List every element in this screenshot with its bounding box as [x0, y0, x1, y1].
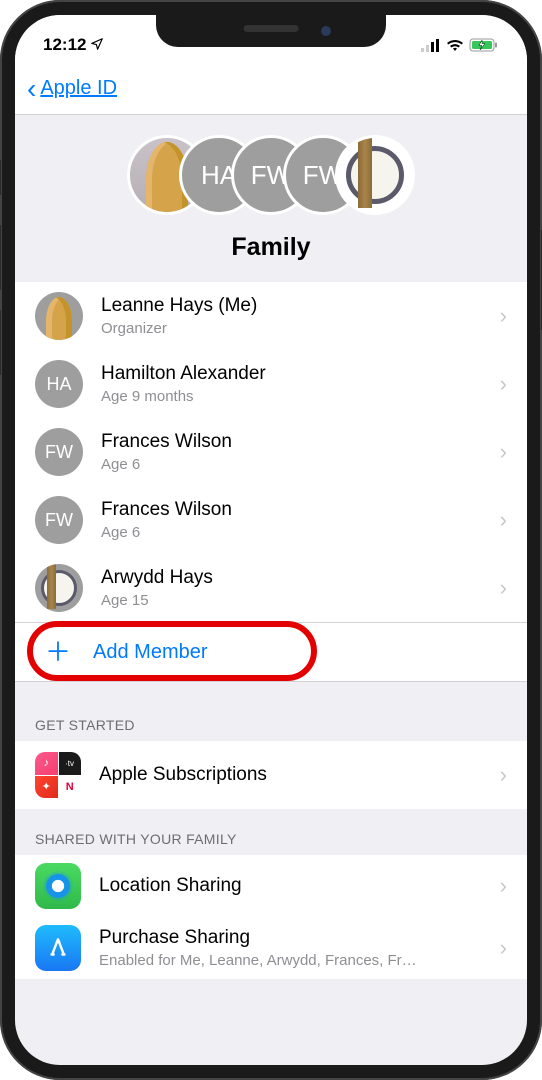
members-list: Leanne Hays (Me) Organizer › HA Hamilton…: [15, 282, 527, 681]
member-avatar: [35, 292, 83, 340]
screen: 12:12 ‹ Apple ID: [15, 15, 527, 1065]
member-name: Frances Wilson: [101, 430, 492, 455]
add-member-label: Add Member: [93, 641, 208, 664]
member-row[interactable]: FW Frances Wilson Age 6 ›: [15, 418, 527, 486]
apple-subscriptions-icon: ♪ ∙tv ✦ N: [35, 752, 81, 798]
chevron-right-icon: ›: [500, 303, 507, 329]
member-role: Organizer: [101, 319, 492, 339]
section-header-shared: SHARED WITH YOUR FAMILY: [15, 809, 527, 855]
member-avatar: FW: [35, 496, 83, 544]
plus-icon: ＋: [45, 639, 71, 665]
row-title: Location Sharing: [99, 874, 492, 899]
member-name: Hamilton Alexander: [101, 362, 492, 387]
notch: [156, 15, 386, 47]
chevron-right-icon: ›: [500, 873, 507, 899]
apple-subscriptions-row[interactable]: ♪ ∙tv ✦ N Apple Subscriptions ›: [15, 741, 527, 809]
battery-charging-icon: [469, 38, 499, 52]
member-name: Leanne Hays (Me): [101, 294, 492, 319]
member-name: Arwydd Hays: [101, 566, 492, 591]
chevron-right-icon: ›: [500, 507, 507, 533]
family-avatars-row: HA FW FW: [15, 135, 527, 215]
navigation-bar: ‹ Apple ID: [15, 63, 527, 115]
wifi-icon: [446, 39, 464, 52]
back-button[interactable]: ‹ Apple ID: [27, 73, 117, 105]
chevron-left-icon: ‹: [27, 73, 36, 105]
chevron-right-icon: ›: [500, 762, 507, 788]
page-title: Family: [15, 233, 527, 262]
member-age: Age 6: [101, 523, 492, 543]
chevron-right-icon: ›: [500, 575, 507, 601]
member-avatar: HA: [35, 360, 83, 408]
member-row[interactable]: HA Hamilton Alexander Age 9 months ›: [15, 350, 527, 418]
member-row[interactable]: Leanne Hays (Me) Organizer ›: [15, 282, 527, 350]
chevron-right-icon: ›: [500, 371, 507, 397]
status-time: 12:12: [43, 35, 86, 55]
cellular-signal-icon: [421, 39, 441, 52]
avatar: [335, 135, 415, 215]
back-label: Apple ID: [40, 77, 117, 100]
member-age: Age 6: [101, 455, 492, 475]
add-member-button[interactable]: ＋ Add Member: [15, 622, 527, 681]
purchase-sharing-row[interactable]: Purchase Sharing Enabled for Me, Leanne,…: [15, 917, 527, 979]
member-age: Age 15: [101, 591, 492, 611]
row-title: Apple Subscriptions: [99, 763, 492, 788]
app-store-icon: [35, 925, 81, 971]
member-name: Frances Wilson: [101, 498, 492, 523]
location-sharing-row[interactable]: Location Sharing ›: [15, 855, 527, 917]
member-row[interactable]: Arwydd Hays Age 15 ›: [15, 554, 527, 622]
member-avatar: [35, 564, 83, 612]
find-my-icon: [35, 863, 81, 909]
phone-frame: 12:12 ‹ Apple ID: [0, 0, 542, 1080]
family-header: HA FW FW Family: [15, 115, 527, 282]
location-services-icon: [90, 37, 104, 54]
member-row[interactable]: FW Frances Wilson Age 6 ›: [15, 486, 527, 554]
section-header-get-started: GET STARTED: [15, 695, 527, 741]
member-avatar: FW: [35, 428, 83, 476]
row-title: Purchase Sharing: [99, 926, 492, 951]
member-age: Age 9 months: [101, 387, 492, 407]
chevron-right-icon: ›: [500, 439, 507, 465]
row-subtitle: Enabled for Me, Leanne, Arwydd, Frances,…: [99, 951, 492, 971]
chevron-right-icon: ›: [500, 935, 507, 961]
